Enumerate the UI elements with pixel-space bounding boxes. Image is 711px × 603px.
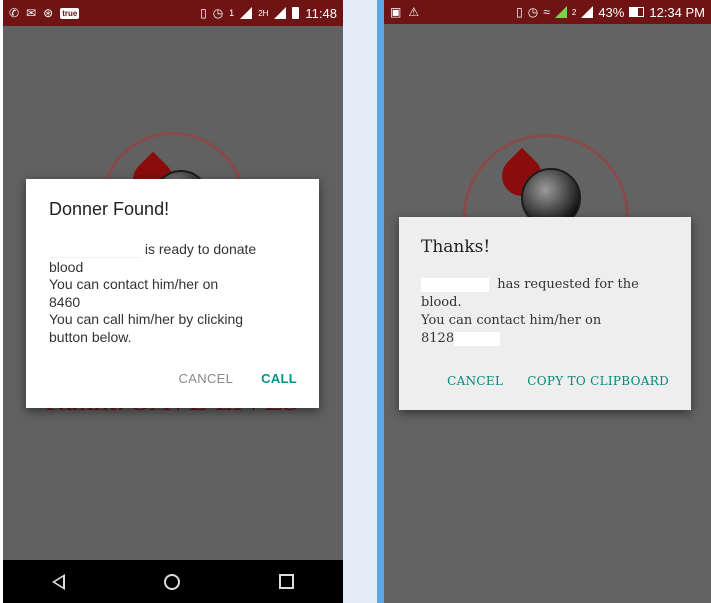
redacted-phone-digits	[454, 331, 501, 346]
redacted-requester-name	[421, 277, 489, 292]
image-icon: ▣	[390, 5, 402, 19]
whatsapp-icon: ✆	[9, 6, 20, 20]
battery-icon	[629, 7, 645, 17]
copy-to-clipboard-button[interactable]: COPY TO CLIPBOARD	[527, 374, 669, 388]
alarm-icon: ◷	[212, 6, 224, 20]
message-line: blood	[49, 258, 84, 275]
donor-found-dialog: Donner Found! is ready to donate blood Y…	[26, 179, 319, 408]
dialog-title: Donner Found!	[49, 199, 170, 219]
screenshot-gap	[343, 0, 377, 603]
phone-number: 8128	[421, 331, 455, 346]
message-line: button below.	[49, 328, 132, 345]
status-bar: ▣ ⚠ ▯ ◷ ≈ 2 43% 12:34 PM	[384, 0, 711, 24]
phone-number: 8460	[49, 293, 81, 310]
right-phone-screen: ▣ ⚠ ▯ ◷ ≈ 2 43% 12:34 PM Thanks! has req…	[384, 0, 711, 603]
hotspot-icon: ⊛	[43, 6, 54, 20]
navigation-bar	[3, 560, 343, 603]
redacted-phone-digits	[80, 296, 131, 311]
recents-icon[interactable]	[278, 574, 294, 589]
alarm-icon: ◷	[527, 5, 539, 19]
dialog-message: has requested for the blood. You can con…	[421, 276, 669, 348]
warning-icon: ⚠	[408, 5, 420, 19]
sim2-label: 2H	[258, 8, 269, 18]
cancel-button[interactable]: CANCEL	[179, 371, 234, 386]
screenshot-divider	[377, 0, 384, 603]
cancel-button[interactable]: CANCEL	[447, 374, 503, 388]
signal-icon	[240, 7, 253, 19]
status-time: 11:48	[305, 5, 337, 21]
signal-icon	[554, 6, 567, 18]
vibrate-icon: ▯	[516, 5, 523, 19]
truecaller-icon: true	[60, 7, 80, 19]
status-time: 12:34 PM	[649, 4, 705, 20]
dialog-message: is ready to donate blood You can contact…	[49, 241, 295, 347]
left-phone-screen: ✆ ✉ ⊛ true ▯ ◷ 1 2H 11:48 Rakht: SAVE LI…	[3, 0, 343, 603]
message-line: You can contact him/her on	[421, 313, 602, 328]
battery-icon	[292, 7, 300, 19]
message-line: is ready to donate	[144, 241, 257, 257]
signal-icon	[581, 6, 594, 18]
status-bar: ✆ ✉ ⊛ true ▯ ◷ 1 2H 11:48	[3, 0, 343, 26]
call-button[interactable]: CALL	[261, 371, 297, 386]
battery-percent: 43%	[598, 4, 625, 20]
dialog-title: Thanks!	[421, 237, 491, 257]
back-icon[interactable]	[52, 573, 66, 590]
vibrate-icon: ▯	[200, 6, 207, 20]
sim-label: 2	[571, 7, 577, 17]
message-icon: ✉	[26, 6, 37, 20]
message-line: You can contact him/her on	[49, 276, 219, 293]
message-line: has requested for the	[497, 277, 639, 292]
signal-icon	[274, 7, 287, 19]
thanks-dialog: Thanks! has requested for the blood. You…	[399, 217, 691, 410]
wifi-icon: ≈	[543, 5, 550, 19]
redacted-donor-name	[49, 242, 141, 258]
message-line: You can call him/her by clicking	[49, 311, 244, 328]
sim1-label: 1	[229, 8, 235, 18]
message-line: blood.	[421, 295, 462, 310]
home-icon[interactable]	[163, 573, 180, 590]
